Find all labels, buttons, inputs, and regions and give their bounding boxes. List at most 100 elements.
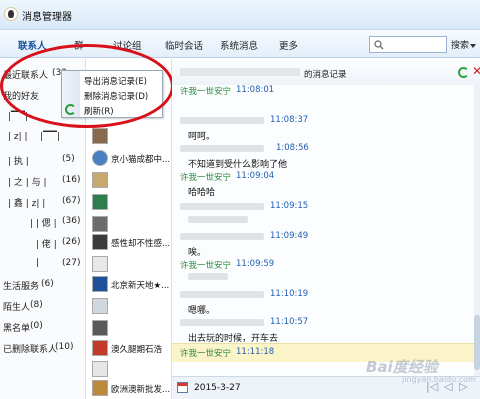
contact-name: 澳久腿期石浩 [111,345,163,355]
tab-contacts[interactable]: 联系人 [18,38,47,52]
contact-item[interactable]: 感性却不性感... [90,231,172,253]
chevron-down-icon [470,43,477,48]
group-recent[interactable]: 最近联系人 [3,68,48,81]
chat-header: 的消息记录 ✕ [172,59,480,85]
group-4[interactable]: | z| | [8,132,28,142]
group-6[interactable]: | 之 | 与 | [8,175,47,188]
contact-name: 京小猫成都中... [111,155,171,165]
contact-name: 欧洲澳新批发... [111,385,171,395]
search-input[interactable] [369,36,447,53]
group-6-count: (16) [62,175,81,185]
contact-item[interactable] [90,295,172,317]
group-4-count: |▔▔| [40,132,60,142]
redacted-message [188,273,228,280]
group-8[interactable]: | | 偲 | [30,216,57,229]
contact-name: 感性却不性感... [111,239,171,249]
refresh-icon[interactable] [458,67,469,78]
message-time: 11:08:37 [270,115,309,125]
refresh-icon [65,104,76,115]
contact-item[interactable]: 京小猫成都中... [90,147,172,169]
avatar [92,298,108,314]
avatar [92,216,108,232]
message-time: 11:09:49 [270,231,309,241]
group-deleted-count: (10) [55,342,74,352]
contact-item[interactable]: 欧洲澳新批发... [90,377,172,399]
group-strangers[interactable]: 陌生人 [3,300,30,313]
qq-penguin-icon [4,7,18,21]
contact-item[interactable] [90,317,172,339]
contact-item[interactable] [90,253,172,275]
message-time: 11:08:01 [236,85,275,95]
watermark-logo: Bai度经验 [366,358,438,376]
contact-item[interactable] [90,125,172,147]
contact-item[interactable]: 北京新天地★... [90,273,172,295]
message-time: 11:11:18 [236,347,275,357]
redacted-contact-name [180,68,300,76]
calendar-icon[interactable] [177,382,188,393]
redacted-message [188,216,248,223]
close-icon[interactable]: ✕ [472,64,480,78]
message-text: 哈哈哈 [188,188,216,198]
search-button[interactable]: 搜索 [451,38,477,51]
tab-temp-chats[interactable]: 临时会话 [165,38,203,52]
tab-discussions[interactable]: 讨论组 [113,38,142,52]
title-bar: 消息管理器 [0,0,480,30]
redacted-sender [180,203,264,210]
redacted-sender [180,233,264,240]
group-9-count: (26) [62,237,81,247]
group-10[interactable]: | [36,258,39,268]
message-text: 不知道到受什么影响了他 [188,160,288,170]
redacted-sender [180,117,264,124]
group-7[interactable]: | 鑫 | z| | [8,196,45,209]
search-button-label: 搜索 [451,41,470,51]
group-9[interactable]: | 佬 | [36,237,57,250]
group-5[interactable]: | 执 | [8,154,29,167]
group-services-count: (6) [41,279,54,289]
search-icon [374,40,384,50]
message-sender: 许我一世安宁 [180,173,232,183]
avatar [92,256,108,272]
tab-system-messages[interactable]: 系统消息 [220,38,258,52]
contact-item[interactable] [90,191,172,213]
group-3[interactable]: |▔▔| [8,112,28,122]
avatar [92,276,108,292]
scrollbar-thumb[interactable] [474,315,480,370]
avatar [92,380,108,396]
message-time: 11:10:57 [270,317,309,327]
group-8-count: (36) [62,216,81,226]
contact-name: 北京新天地★... [111,281,170,291]
message-time: 11:09:04 [236,171,275,181]
group-10-count: (27) [62,258,81,268]
message-text: 唉。 [188,248,207,258]
group-blacklist-count: (0) [30,321,43,331]
redacted-sender [180,319,264,326]
window-title: 消息管理器 [22,12,72,23]
context-menu: 导出消息记录(E) 删除消息记录(D) 刷新(R) [61,70,163,118]
message-time: 11:09:15 [270,201,309,211]
watermark-url: jingyan.baidu.com [402,375,476,384]
contact-item[interactable] [90,169,172,191]
contact-item[interactable]: 澳久腿期石浩 [90,337,172,359]
tab-more[interactable]: 更多 [279,38,298,52]
group-strangers-count: (8) [30,300,43,310]
message-sender: 许我一世安宁 [180,349,232,359]
group-deleted[interactable]: 已删除联系人 [3,342,57,355]
menu-refresh[interactable]: 刷新(R) [84,105,114,117]
avatar [92,172,108,188]
message-time: 1:08:56 [276,143,309,153]
avatar [92,128,108,144]
group-services[interactable]: 生活服务 [3,279,39,292]
chat-header-title: 的消息记录 [304,70,347,80]
group-blacklist[interactable]: 黑名单 [3,321,30,334]
scrollbar[interactable] [474,85,480,376]
avatar [92,340,108,356]
message-time: 11:09:59 [236,259,275,269]
message-text: 嗯哪。 [188,306,216,316]
avatar [92,150,108,166]
message-time: 11:10:19 [270,289,309,299]
menu-export-records[interactable]: 导出消息记录(E) [84,75,147,87]
avatar [92,234,108,250]
group-friends[interactable]: 我的好友 [3,89,39,102]
menu-delete-records[interactable]: 删除消息记录(D) [84,90,148,102]
tab-groups[interactable]: 群 [74,38,84,52]
